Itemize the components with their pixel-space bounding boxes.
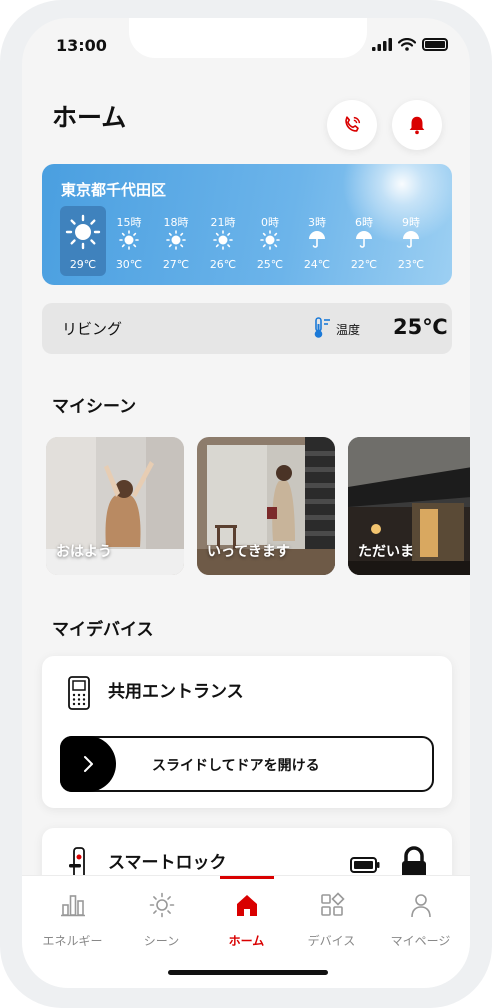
room-temperature-card[interactable]: リビング 温度 25℃: [42, 303, 452, 354]
hour-item: 6時 22℃: [341, 206, 387, 276]
hour-temp: 26℃: [209, 258, 237, 271]
hour-item: 15時 30℃: [106, 206, 152, 276]
home-indicator: [168, 970, 328, 975]
hour-item: 18時 27℃: [153, 206, 199, 276]
sun-outline-icon: [149, 892, 175, 918]
notification-button[interactable]: [392, 100, 442, 150]
hour-temp: 22℃: [350, 258, 378, 271]
bar-chart-icon: [61, 895, 85, 917]
room-name: リビング: [62, 320, 123, 338]
tab-energy[interactable]: エネルギー: [28, 876, 117, 956]
tab-label: ホーム: [228, 934, 265, 948]
tab-devices[interactable]: デバイス: [287, 876, 376, 956]
hour-now: 29℃: [60, 206, 106, 276]
hour-label: 15時: [116, 216, 142, 229]
thermometer-icon: [314, 317, 330, 338]
scenes-section-title: マイシーン: [52, 397, 137, 417]
hour-item: 3時 24℃: [294, 206, 340, 276]
battery-level-icon: [350, 857, 380, 873]
hour-item: 21時 26℃: [200, 206, 246, 276]
hour-item: 0時 25℃: [247, 206, 293, 276]
scene-label: ただいま: [358, 544, 414, 560]
sun-icon: [65, 214, 101, 250]
hour-label: 21時: [210, 216, 236, 229]
person-icon: [411, 894, 431, 918]
temperature-label: 温度: [336, 323, 361, 337]
slider-label: スライドしてドアを開ける: [152, 758, 320, 774]
hour-label: 6時: [355, 216, 373, 229]
phone-frame: 13:00 ホーム 東京都千代田区 29℃ 15時 30℃ 18時 27℃ 21…: [0, 0, 492, 1008]
tab-home[interactable]: ホーム: [202, 876, 291, 956]
weather-card[interactable]: 東京都千代田区 29℃ 15時 30℃ 18時 27℃ 21時 26℃ 0時 2…: [42, 164, 452, 285]
sun-icon: [166, 230, 186, 250]
tab-mypage[interactable]: マイページ: [376, 876, 465, 956]
hour-label: 0時: [261, 216, 279, 229]
devices-section-title: マイデバイス: [52, 620, 154, 640]
weather-city: 東京都千代田区: [61, 181, 167, 199]
hour-temp: 23℃: [397, 258, 425, 271]
umbrella-icon: [309, 231, 325, 248]
scene-label: いってきます: [207, 544, 290, 560]
temperature-value: 25℃: [393, 315, 448, 339]
umbrella-icon: [403, 231, 419, 248]
hour-label: 9時: [402, 216, 420, 229]
intercom-icon: [68, 676, 90, 710]
bell-icon: [409, 116, 425, 135]
scene-card-good-morning[interactable]: おはよう: [46, 437, 184, 575]
tab-label: マイページ: [390, 934, 451, 948]
screen: 13:00 ホーム 東京都千代田区 29℃ 15時 30℃ 18時 27℃ 21…: [22, 18, 470, 988]
hour-label: 3時: [308, 216, 326, 229]
sun-icon: [260, 230, 280, 250]
hour-item: 9時 23℃: [388, 206, 434, 276]
tab-label: デバイス: [307, 934, 356, 948]
tab-label: シーン: [143, 934, 180, 948]
page-title: ホーム: [52, 103, 127, 132]
unlock-slider[interactable]: スライドしてドアを開ける: [60, 736, 434, 792]
umbrella-icon: [356, 231, 372, 248]
chevron-right-icon: [84, 756, 93, 772]
slider-handle[interactable]: [60, 736, 116, 792]
phone-icon: [345, 116, 361, 132]
hour-temp: 25℃: [256, 258, 284, 271]
hour-temp: 27℃: [162, 258, 190, 271]
call-button[interactable]: [327, 100, 377, 150]
entrance-device-name: 共用エントランス: [108, 682, 244, 702]
scene-card-leaving[interactable]: いってきます: [197, 437, 335, 575]
tab-label: エネルギー: [42, 934, 103, 948]
scene-card-welcome-home[interactable]: ただいま: [348, 437, 470, 575]
hour-temp: 24℃: [303, 258, 331, 271]
sun-icon: [213, 230, 233, 250]
hour-temp: 30℃: [115, 258, 143, 271]
entrance-device-card[interactable]: 共用エントランス スライドしてドアを開ける: [42, 656, 452, 808]
scene-label: おはよう: [56, 544, 112, 560]
hour-temp: 29℃: [69, 258, 97, 271]
tab-scene[interactable]: シーン: [117, 876, 206, 956]
home-icon: [237, 895, 257, 916]
sun-icon: [119, 230, 139, 250]
wifi-icon: [398, 38, 416, 51]
status-icons: [372, 38, 448, 51]
battery-icon: [422, 38, 448, 51]
notch: [129, 18, 367, 58]
apps-icon: [321, 892, 345, 916]
signal-icon: [372, 38, 392, 51]
smart-lock-name: スマートロック: [108, 853, 227, 873]
status-time: 13:00: [56, 36, 107, 55]
hour-label: 18時: [163, 216, 189, 229]
